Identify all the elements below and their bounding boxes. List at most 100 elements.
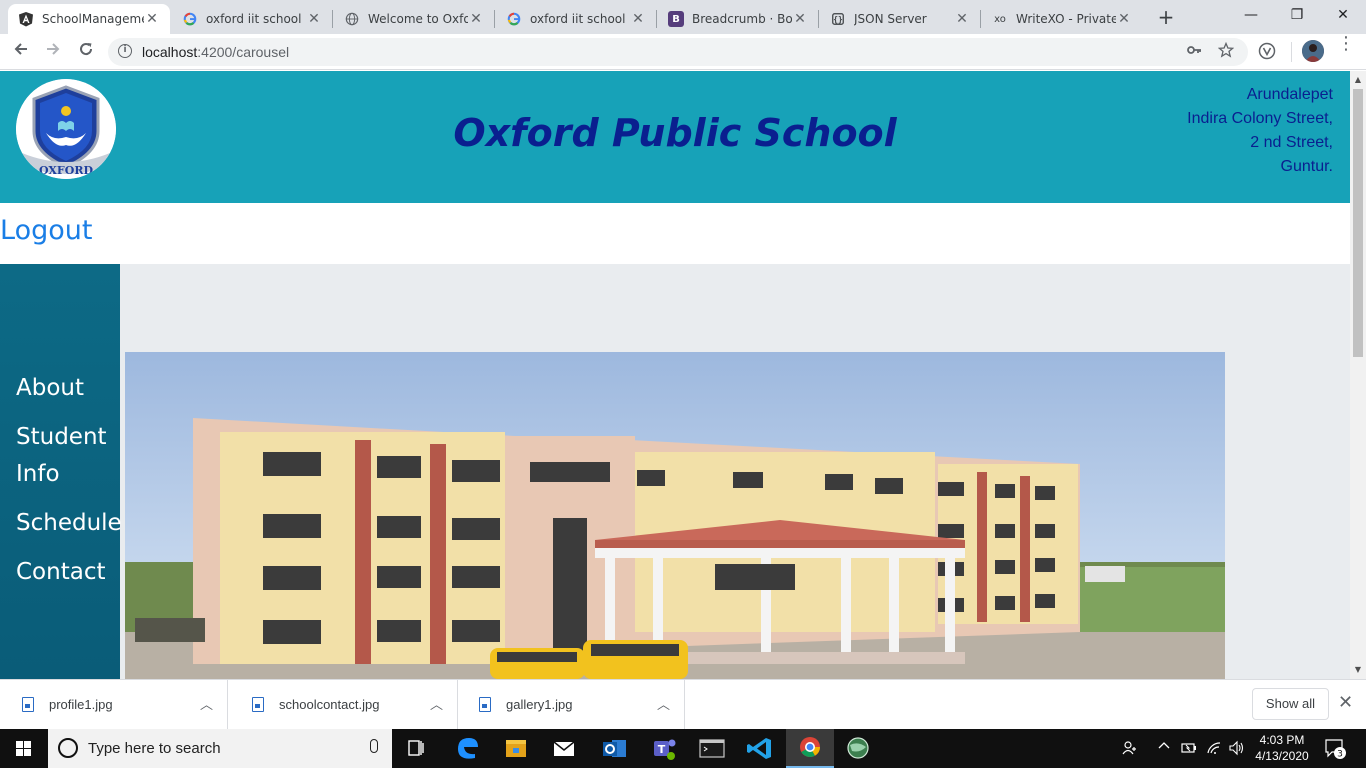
- forward-arrow-icon: [47, 43, 60, 55]
- close-tab-icon[interactable]: ✕: [954, 11, 970, 27]
- minimize-button[interactable]: —: [1228, 0, 1274, 30]
- logout-bar: Logout: [0, 203, 1350, 264]
- bookmark-star-icon[interactable]: [1216, 41, 1236, 62]
- close-window-button[interactable]: ✕: [1320, 0, 1366, 30]
- clock-date: 4/13/2020: [1255, 749, 1309, 763]
- forward-button[interactable]: [41, 40, 65, 64]
- close-tab-icon[interactable]: ✕: [306, 11, 322, 27]
- nav-item-student-info[interactable]: Student Info: [16, 419, 116, 493]
- image-file-icon: [479, 697, 491, 712]
- tab-writexo[interactable]: xo WriteXO - Private, ✕: [982, 4, 1142, 34]
- chrome-taskbar-icon[interactable]: [786, 729, 834, 768]
- chevron-up-icon[interactable]: ︿: [200, 694, 213, 713]
- school-name-title: Oxford Public School: [453, 111, 897, 155]
- chevron-up-icon[interactable]: ︿: [430, 694, 443, 713]
- notification-center-icon[interactable]: 3: [1324, 738, 1348, 764]
- address-line: Guntur.: [1280, 158, 1333, 175]
- site-info-icon[interactable]: i: [118, 44, 132, 58]
- profile-avatar[interactable]: [1302, 40, 1324, 62]
- back-button[interactable]: [9, 40, 33, 64]
- nav-item-about[interactable]: About: [16, 370, 122, 407]
- search-placeholder: Type here to search: [88, 740, 221, 757]
- people-icon[interactable]: [1122, 740, 1138, 760]
- new-tab-button[interactable]: +: [1155, 6, 1177, 28]
- download-item[interactable]: schoolcontact.jpg ︿: [230, 680, 458, 730]
- close-tab-icon[interactable]: ✕: [1116, 11, 1132, 27]
- svg-text:T: T: [658, 743, 666, 756]
- main-content: About Student Info Schedule Contact: [0, 264, 1350, 679]
- show-hidden-icons-chevron-icon[interactable]: [1158, 740, 1170, 756]
- logo-text: OXFORD: [39, 164, 93, 177]
- tab-json-server[interactable]: {} JSON Server ✕: [820, 4, 980, 34]
- tab-school-management[interactable]: SchoolManageme ✕: [8, 4, 170, 34]
- image-file-icon: [252, 697, 264, 712]
- globe-icon: [344, 11, 360, 27]
- page-scrollbar[interactable]: ▲ ▼: [1350, 71, 1366, 679]
- address-line: Arundalepet: [1246, 86, 1333, 103]
- browser-tab-strip: SchoolManageme ✕ oxford iit school p ✕ W…: [0, 0, 1366, 34]
- scroll-up-icon[interactable]: ▲: [1354, 75, 1362, 84]
- maximize-button[interactable]: ❐: [1274, 0, 1320, 30]
- tab-oxford-iit-search-1[interactable]: oxford iit school p ✕: [172, 4, 332, 34]
- close-tab-icon[interactable]: ✕: [144, 11, 160, 27]
- tab-separator: [818, 10, 819, 28]
- show-all-downloads-button[interactable]: Show all: [1252, 688, 1329, 720]
- tab-title: SchoolManageme: [42, 12, 144, 26]
- nav-item-contact[interactable]: Contact: [16, 554, 122, 591]
- tab-title: Welcome to Oxfor: [368, 12, 468, 26]
- start-button[interactable]: [0, 729, 48, 768]
- address-bar[interactable]: i localhost:4200/carousel: [108, 38, 1248, 66]
- school-building-photo: [125, 352, 1225, 679]
- chevron-up-icon[interactable]: ︿: [657, 694, 670, 713]
- scrollbar-thumb[interactable]: [1353, 89, 1363, 357]
- file-explorer-icon[interactable]: [492, 729, 540, 768]
- download-filename: profile1.jpg: [49, 697, 113, 712]
- close-download-shelf-icon[interactable]: ✕: [1338, 692, 1353, 713]
- vscode-icon[interactable]: [736, 729, 784, 768]
- reload-button[interactable]: [74, 40, 98, 64]
- tab-oxford-iit-search-2[interactable]: oxford iit school a ✕: [496, 4, 656, 34]
- close-tab-icon[interactable]: ✕: [792, 11, 808, 27]
- sidebar-nav: About Student Info Schedule Contact: [0, 264, 122, 679]
- volume-icon[interactable]: [1228, 740, 1246, 760]
- close-tab-icon[interactable]: ✕: [630, 11, 646, 27]
- close-tab-icon[interactable]: ✕: [468, 11, 484, 27]
- back-arrow-icon: [14, 43, 27, 55]
- image-file-icon: [22, 697, 34, 712]
- chrome-menu-icon[interactable]: ⋮: [1336, 35, 1356, 64]
- edge-icon[interactable]: [444, 729, 492, 768]
- tab-bootstrap-breadcrumb[interactable]: B Breadcrumb · Boot ✕: [658, 4, 818, 34]
- download-item[interactable]: gallery1.jpg ︿: [457, 680, 685, 730]
- url-text: localhost:4200/carousel: [142, 44, 290, 60]
- tab-title: oxford iit school a: [530, 12, 630, 26]
- tab-separator: [980, 10, 981, 28]
- terminal-icon[interactable]: [688, 729, 736, 768]
- taskbar-search-box[interactable]: Type here to search: [48, 729, 392, 768]
- download-filename: schoolcontact.jpg: [279, 697, 380, 712]
- microphone-icon[interactable]: [370, 739, 378, 753]
- key-icon[interactable]: [1184, 42, 1204, 62]
- mail-icon[interactable]: [540, 729, 588, 768]
- scroll-down-icon[interactable]: ▼: [1354, 665, 1362, 674]
- nav-item-schedule[interactable]: Schedule: [16, 505, 122, 542]
- notification-count: 3: [1337, 750, 1343, 760]
- site-header: OXFORD Oxford Public School Arundalepet …: [0, 71, 1350, 203]
- vimeo-extension-icon[interactable]: [1257, 42, 1277, 62]
- tab-title: Breadcrumb · Boot: [692, 12, 792, 26]
- json-server-icon: {}: [830, 11, 846, 27]
- task-view-icon[interactable]: [392, 729, 440, 768]
- outlook-icon[interactable]: [590, 729, 638, 768]
- wifi-icon[interactable]: [1206, 740, 1222, 760]
- battery-icon[interactable]: [1181, 740, 1197, 760]
- teams-icon[interactable]: T: [640, 729, 688, 768]
- download-filename: gallery1.jpg: [506, 697, 573, 712]
- logout-link[interactable]: Logout: [0, 215, 92, 246]
- writexo-icon: xo: [994, 13, 1006, 25]
- page-viewport: OXFORD Oxford Public School Arundalepet …: [0, 71, 1366, 679]
- download-item[interactable]: profile1.jpg ︿: [0, 680, 228, 730]
- carousel-image[interactable]: [125, 352, 1225, 679]
- taskbar-clock[interactable]: 4:03 PM 4/13/2020: [1247, 732, 1317, 764]
- windows-taskbar: Type here to search T 4:03 PM 4/13/2020 …: [0, 729, 1366, 768]
- network-globe-app-icon[interactable]: [834, 729, 882, 768]
- tab-welcome-to-oxford[interactable]: Welcome to Oxfor ✕: [334, 4, 494, 34]
